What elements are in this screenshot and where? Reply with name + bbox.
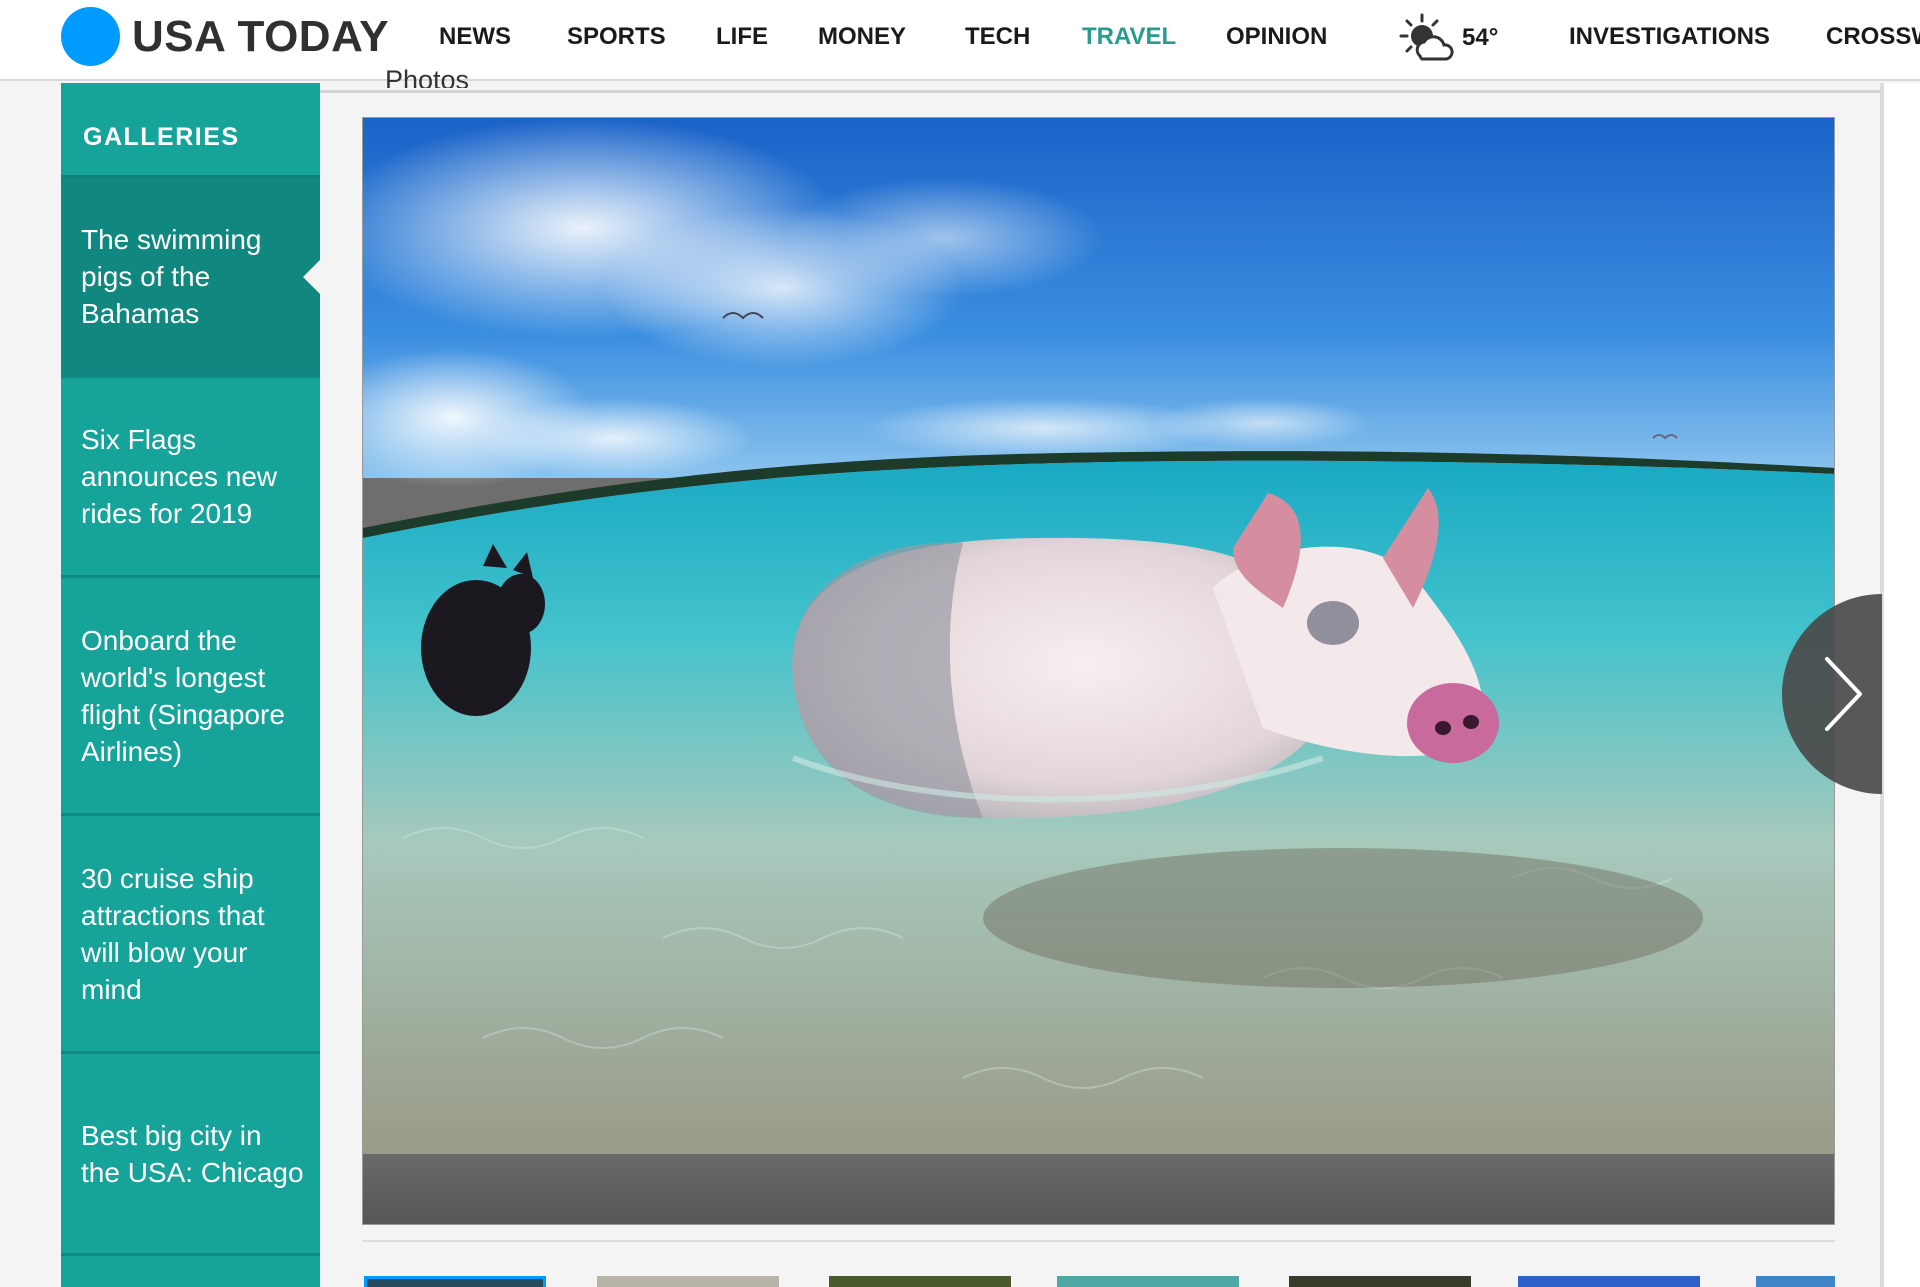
- thumbnail-3[interactable]: [829, 1276, 1011, 1287]
- top-navigation-bar: USA TODAY NEWS SPORTS LIFE MONEY TECH TR…: [0, 0, 1920, 81]
- thumbnail-4[interactable]: [1057, 1276, 1239, 1287]
- nav-money[interactable]: MONEY: [818, 22, 906, 52]
- gallery-photo-frame: [362, 117, 1835, 1225]
- gallery-item-label: Best big city in the USA: Chicago: [81, 1119, 304, 1188]
- nav-investigations[interactable]: INVESTIGATIONS: [1569, 22, 1770, 52]
- weather-widget[interactable]: 54°: [1398, 12, 1498, 64]
- section-divider: [320, 90, 1882, 93]
- thumbnail-7[interactable]: [1756, 1276, 1835, 1287]
- swimming-pigs-photo: [363, 118, 1834, 1154]
- gallery-item-label: 30 cruise ship attractions that will blo…: [81, 862, 265, 1005]
- usa-today-logo-dot[interactable]: [61, 7, 120, 66]
- nav-travel[interactable]: TRAVEL: [1082, 22, 1176, 52]
- chevron-right-icon: [1782, 594, 1882, 794]
- thumbnail-2[interactable]: [597, 1276, 779, 1287]
- gallery-item-label: Onboard the world's longest flight (Sing…: [81, 624, 285, 767]
- thumbnail-divider: [362, 1240, 1835, 1242]
- galleries-sidebar: GALLERIES The swimming pigs of the Baham…: [61, 83, 320, 1287]
- section-label-photos: Photos: [385, 68, 470, 88]
- right-gutter: [1884, 83, 1920, 1287]
- thumbnail-6[interactable]: [1518, 1276, 1700, 1287]
- nav-crosswords[interactable]: CROSSW: [1826, 22, 1920, 52]
- partly-cloudy-icon: [1399, 13, 1454, 61]
- gallery-item-label: Six Flags announces new rides for 2019: [81, 424, 278, 529]
- gallery-item-longest-flight[interactable]: Onboard the world's longest flight (Sing…: [61, 578, 320, 816]
- nav-news[interactable]: NEWS: [439, 22, 511, 52]
- gallery-item-cruise-attractions[interactable]: 30 cruise ship attractions that will blo…: [61, 816, 320, 1054]
- thumbnail-1[interactable]: [364, 1276, 546, 1287]
- nav-sports[interactable]: SPORTS: [567, 22, 666, 52]
- nav-life[interactable]: LIFE: [716, 22, 768, 52]
- gallery-item-swimming-pigs[interactable]: The swimming pigs of the Bahamas: [61, 178, 320, 378]
- photo-caption-bar: [363, 1154, 1834, 1224]
- gallery-item-label: The swimming pigs of the Bahamas: [81, 224, 262, 329]
- thumbnail-5[interactable]: [1289, 1276, 1471, 1287]
- site-logo-text[interactable]: USA TODAY: [132, 12, 389, 62]
- nav-tech[interactable]: TECH: [965, 22, 1030, 52]
- gallery-item-best-city[interactable]: Best big city in the USA: Chicago: [61, 1054, 320, 1256]
- next-photo-button[interactable]: [1782, 594, 1882, 794]
- gallery-photo[interactable]: [363, 118, 1834, 1154]
- galleries-heading: GALLERIES: [61, 83, 320, 178]
- nav-opinion[interactable]: OPINION: [1226, 22, 1327, 52]
- gallery-item-six-flags[interactable]: Six Flags announces new rides for 2019: [61, 378, 320, 578]
- weather-temperature: 54°: [1462, 24, 1499, 51]
